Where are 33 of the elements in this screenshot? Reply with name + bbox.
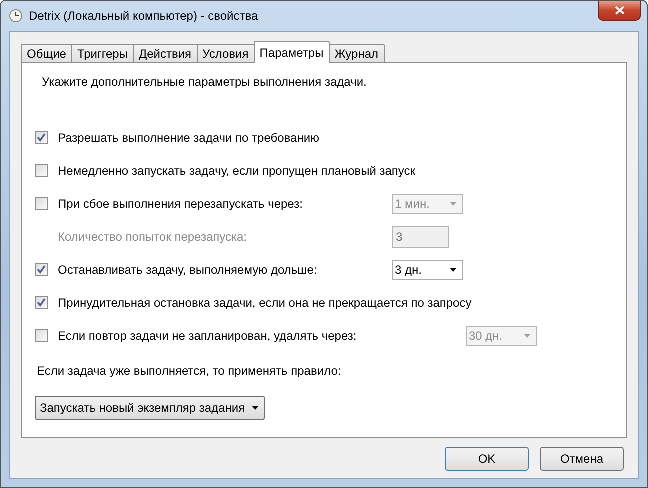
rule-dropdown[interactable]: Запускать новый экземпляр задания <box>35 396 265 420</box>
tab[interactable]: Общие <box>21 44 72 63</box>
caret-icon <box>524 334 531 338</box>
checkbox[interactable] <box>35 263 48 276</box>
caret-icon <box>450 268 457 272</box>
checkbox[interactable] <box>35 164 48 177</box>
tab[interactable]: Параметры <box>254 41 330 63</box>
caret-icon <box>450 202 457 206</box>
checkbox[interactable] <box>35 131 48 144</box>
tab[interactable]: Триггеры <box>71 44 134 63</box>
tab[interactable]: Действия <box>132 44 198 63</box>
caret-icon <box>252 406 259 410</box>
option-label: Останавливать задачу, выполняемую дольше: <box>58 262 318 276</box>
close-icon <box>614 6 624 15</box>
intro-text: Укажите дополнительные параметры выполнения задачи. <box>41 75 368 91</box>
clock-icon <box>9 9 23 23</box>
checkbox[interactable] <box>35 197 48 210</box>
tab[interactable]: Условия <box>196 44 255 63</box>
checkbox[interactable] <box>35 329 48 342</box>
option-label: Разрешать выполнение задачи по требованию <box>58 130 321 144</box>
option-label: Немедленно запускать задачу, если пропущен плановый запуск <box>58 164 416 178</box>
tab[interactable]: Журнал <box>328 44 385 63</box>
ok-button[interactable]: OK <box>445 447 529 471</box>
option-label: Принудительная остановка задачи, если она не прекращается по запросу <box>58 296 472 310</box>
window-title: Detrix (Локальный компьютер) - свойства <box>29 9 258 23</box>
cancel-button[interactable]: Отмена <box>540 447 624 471</box>
option-label: При сбое выполнения перезапускать через: <box>58 196 304 210</box>
close-button[interactable] <box>598 1 641 21</box>
checkbox[interactable] <box>35 296 48 309</box>
duration-dropdown[interactable]: 3 дн. <box>392 260 463 280</box>
rule-label: Если задача уже выполняется, то применять правило: <box>36 364 342 378</box>
option-label: Количество попыток перезапуска: <box>58 230 248 244</box>
option-label: Если повтор задачи не запланирован, удалять через: <box>58 328 358 342</box>
